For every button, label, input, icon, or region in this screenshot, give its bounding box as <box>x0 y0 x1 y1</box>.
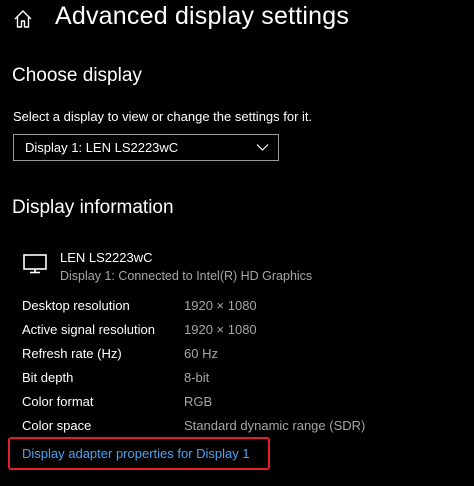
info-label: Color space <box>22 418 92 433</box>
monitor-connection-text: Display 1: Connected to Intel(R) HD Grap… <box>60 269 313 283</box>
monitor-name: LEN LS2223wC <box>60 250 153 265</box>
info-row-refresh-rate: Refresh rate (Hz) 60 Hz <box>22 346 462 366</box>
info-value: 1920 × 1080 <box>184 322 257 337</box>
info-value: 8-bit <box>184 370 210 385</box>
info-row-color-format: Color format RGB <box>22 394 462 414</box>
info-value: Standard dynamic range (SDR) <box>184 418 366 433</box>
display-information-heading: Display information <box>12 197 174 218</box>
display-select-dropdown[interactable]: Display 1: LEN LS2223wC <box>13 134 279 161</box>
display-adapter-properties-link[interactable]: Display adapter properties for Display 1 <box>8 437 270 470</box>
advanced-display-settings-page: Advanced display settings Choose display… <box>0 0 474 486</box>
info-value: 60 Hz <box>184 346 218 361</box>
choose-display-description: Select a display to view or change the s… <box>13 109 313 124</box>
info-row-color-space: Color space Standard dynamic range (SDR) <box>22 418 462 438</box>
info-label: Bit depth <box>22 370 74 385</box>
chevron-down-icon <box>256 144 269 151</box>
choose-display-heading: Choose display <box>12 65 142 86</box>
info-value: RGB <box>184 394 213 409</box>
info-row-active-signal-resolution: Active signal resolution 1920 × 1080 <box>22 322 462 342</box>
monitor-icon <box>23 254 47 274</box>
display-adapter-properties-link-text[interactable]: Display adapter properties for Display 1 <box>22 446 250 461</box>
info-label: Desktop resolution <box>22 298 130 313</box>
info-label: Refresh rate (Hz) <box>22 346 122 361</box>
info-row-bit-depth: Bit depth 8-bit <box>22 370 462 390</box>
info-label: Active signal resolution <box>22 322 155 337</box>
display-select-value: Display 1: LEN LS2223wC <box>25 140 179 155</box>
page-title: Advanced display settings <box>55 2 350 30</box>
info-label: Color format <box>22 394 94 409</box>
info-value: 1920 × 1080 <box>184 298 257 313</box>
info-row-desktop-resolution: Desktop resolution 1920 × 1080 <box>22 298 462 318</box>
home-icon[interactable] <box>12 8 34 30</box>
